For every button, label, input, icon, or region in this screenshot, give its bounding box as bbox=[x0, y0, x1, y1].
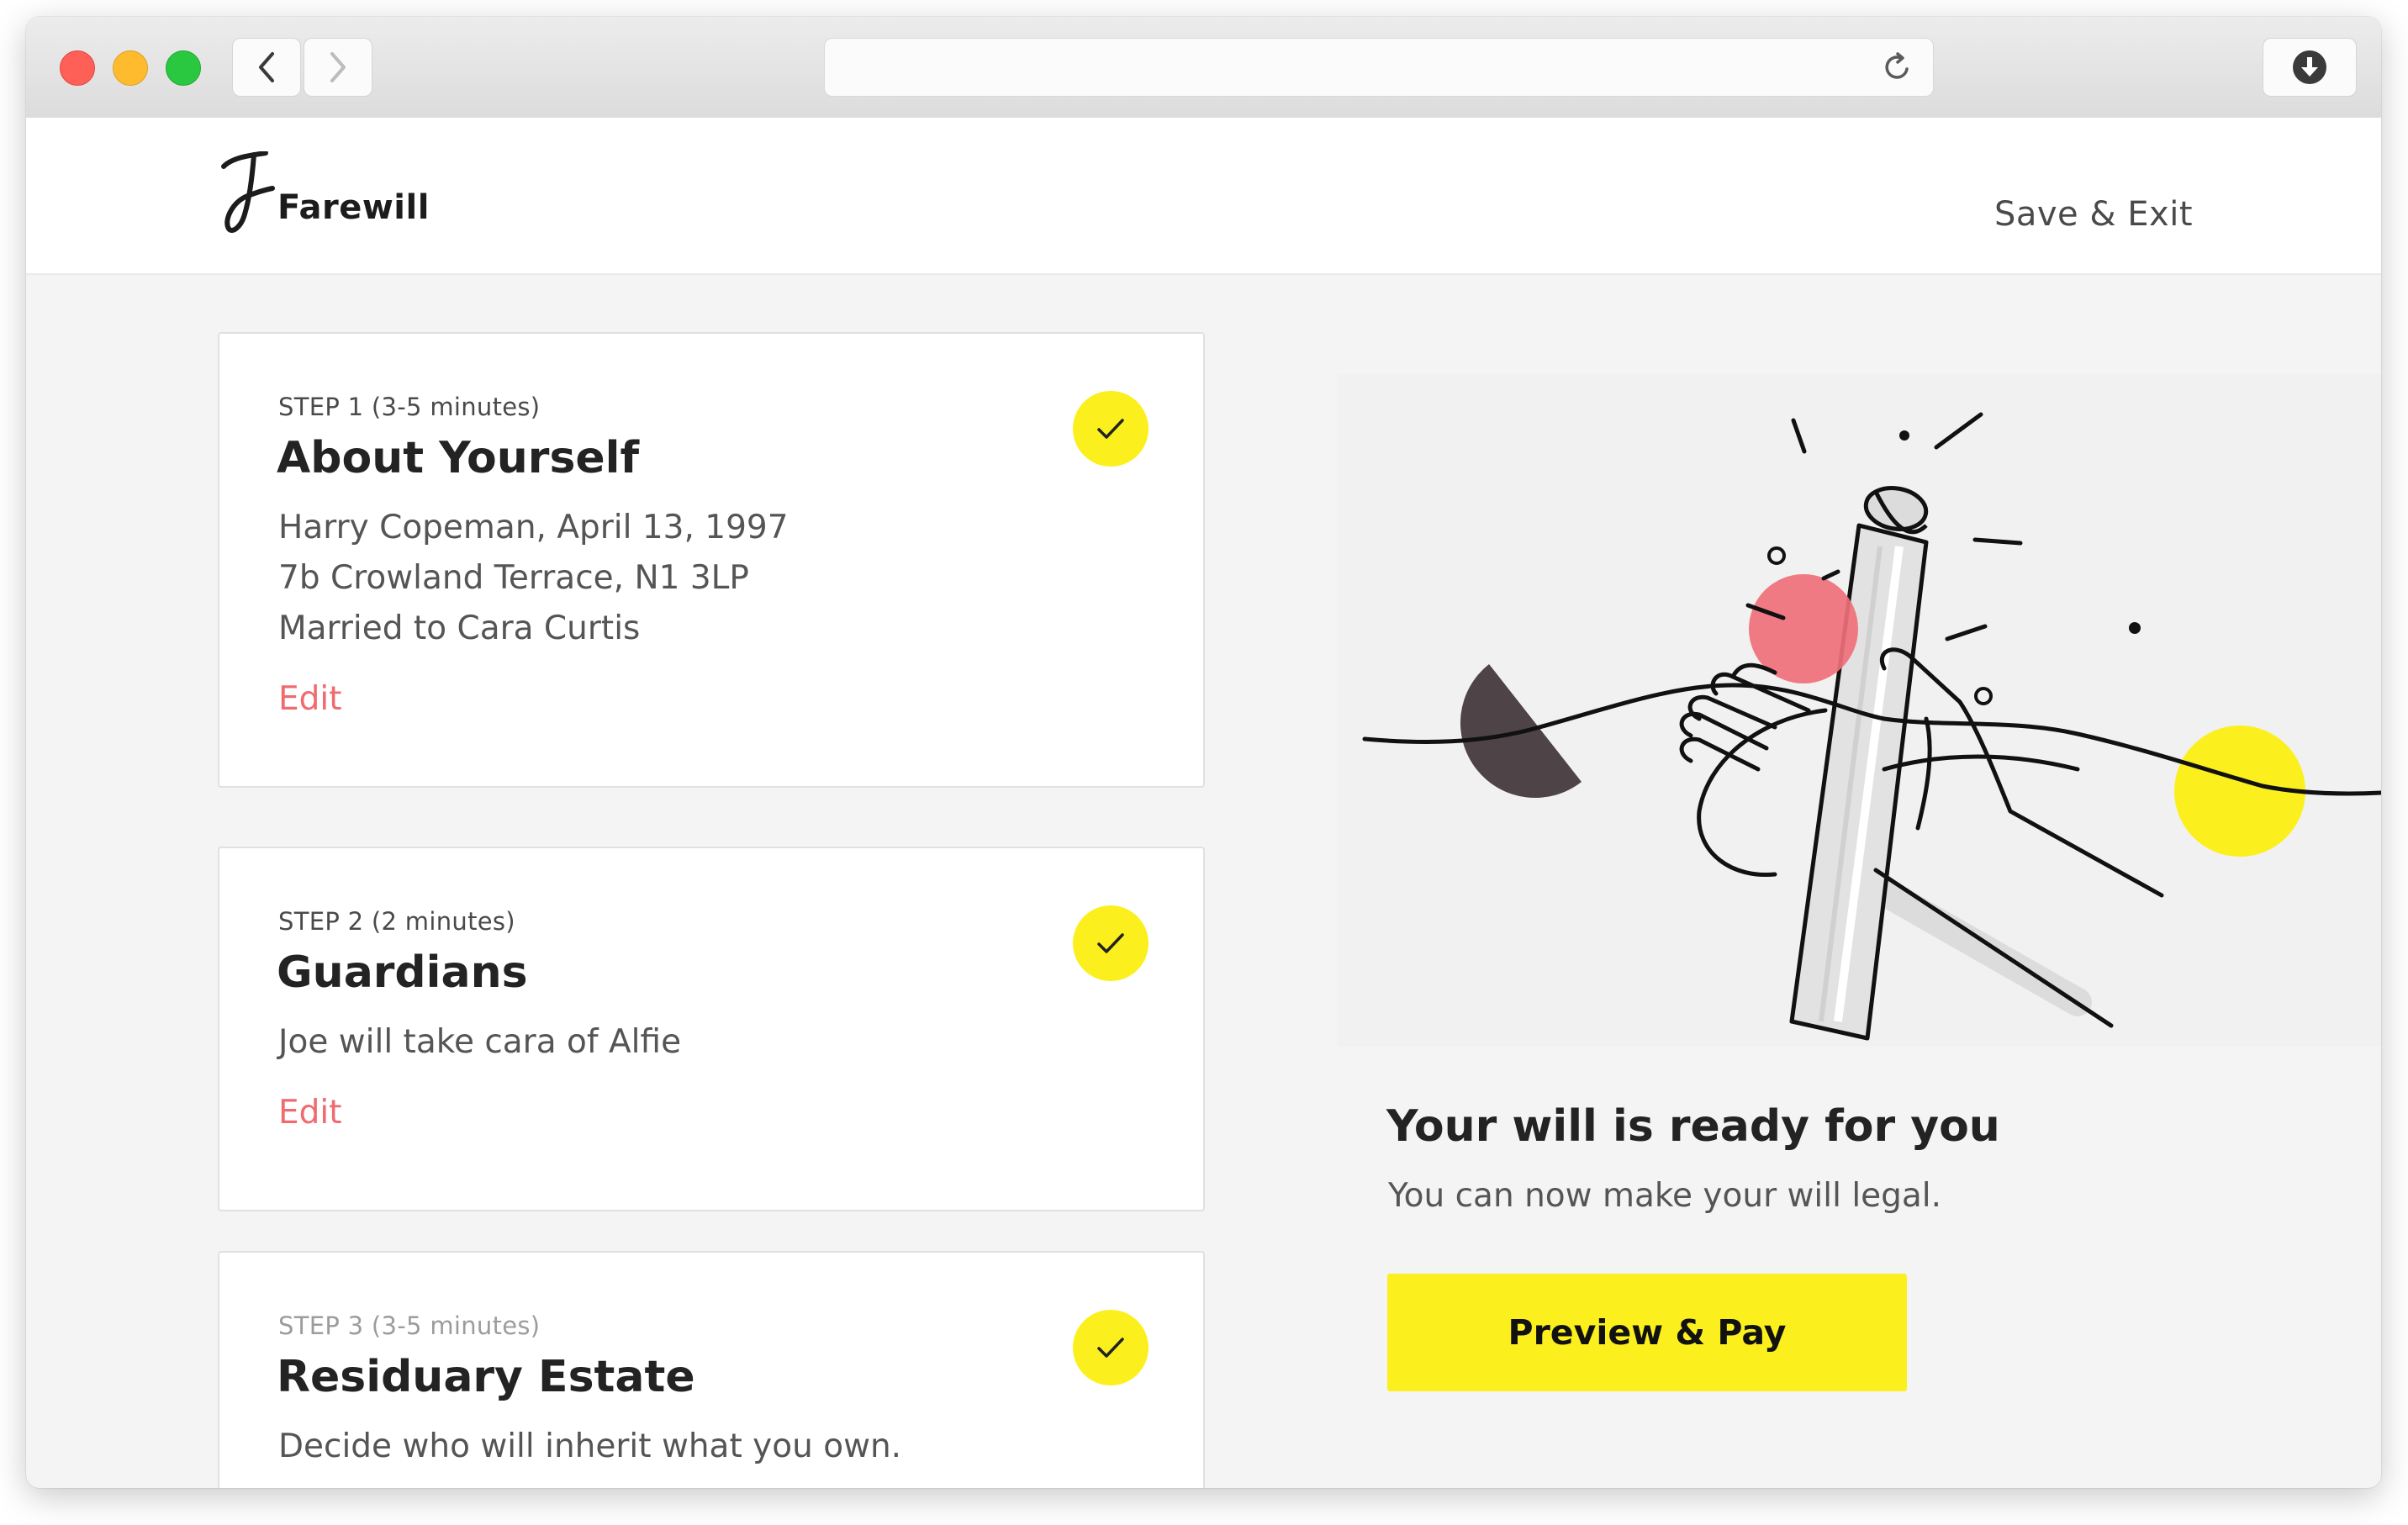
logo-text: Farewill bbox=[277, 188, 430, 227]
back-arrow-icon bbox=[259, 52, 274, 82]
step-detail-line: Decide who will inherit what you own. bbox=[278, 1427, 902, 1465]
completed-check-badge bbox=[1073, 391, 1149, 467]
step-card-residuary-estate: STEP 3 (3-5 minutes) Residuary Estate De… bbox=[218, 1251, 1205, 1488]
edit-link[interactable]: Edit bbox=[278, 680, 342, 718]
forward-arrow-icon bbox=[330, 52, 346, 82]
step-meta: STEP 3 (3-5 minutes) bbox=[278, 1311, 541, 1340]
download-icon bbox=[2293, 50, 2326, 84]
downloads-button[interactable] bbox=[2263, 38, 2357, 97]
checkmark-icon bbox=[1097, 419, 1124, 439]
completed-check-badge bbox=[1073, 1310, 1149, 1385]
browser-toolbar bbox=[26, 17, 2381, 119]
close-window-button[interactable] bbox=[60, 50, 95, 86]
address-bar[interactable] bbox=[824, 38, 1934, 97]
checkmark-icon bbox=[1097, 933, 1124, 953]
step-card-about-yourself: STEP 1 (3-5 minutes) About Yourself Harr… bbox=[218, 332, 1205, 788]
step-meta: STEP 2 (2 minutes) bbox=[278, 907, 515, 936]
step-card-guardians: STEP 2 (2 minutes) Guardians Joe will ta… bbox=[218, 847, 1205, 1211]
minimize-window-button[interactable] bbox=[113, 50, 148, 86]
will-scroll-hands-illustration bbox=[1362, 412, 2381, 1041]
ready-subtitle: You can now make your will legal. bbox=[1388, 1177, 1942, 1215]
forward-button[interactable] bbox=[304, 38, 372, 97]
step-detail-line: Harry Copeman, April 13, 1997 bbox=[278, 509, 789, 546]
back-button[interactable] bbox=[232, 38, 301, 97]
checkmark-icon bbox=[1097, 1338, 1124, 1358]
step-detail-line: Married to Cara Curtis bbox=[278, 609, 641, 647]
step-title: Guardians bbox=[277, 947, 528, 998]
step-detail-line: 7b Crowland Terrace, N1 3LP bbox=[278, 559, 749, 597]
site-header: Farewill Save & Exit bbox=[26, 118, 2381, 275]
preview-pay-button[interactable]: Preview & Pay bbox=[1387, 1274, 1907, 1391]
zoom-window-button[interactable] bbox=[166, 50, 201, 86]
farewill-logo[interactable]: Farewill bbox=[215, 151, 430, 235]
step-meta: STEP 1 (3-5 minutes) bbox=[278, 393, 541, 421]
ready-heading: Your will is ready for you bbox=[1386, 1101, 2000, 1152]
farewill-f-mark-icon bbox=[221, 151, 275, 233]
edit-link[interactable]: Edit bbox=[278, 1094, 342, 1132]
reload-icon[interactable] bbox=[1881, 50, 1914, 84]
step-title: Residuary Estate bbox=[277, 1352, 695, 1402]
step-title: About Yourself bbox=[277, 433, 640, 483]
browser-window: Farewill Save & Exit STEP 1 (3-5 minutes… bbox=[26, 17, 2381, 1488]
step-detail-line: Joe will take cara of Alfie bbox=[278, 1023, 682, 1061]
completed-check-badge bbox=[1073, 905, 1149, 981]
save-exit-link[interactable]: Save & Exit bbox=[1994, 195, 2193, 234]
